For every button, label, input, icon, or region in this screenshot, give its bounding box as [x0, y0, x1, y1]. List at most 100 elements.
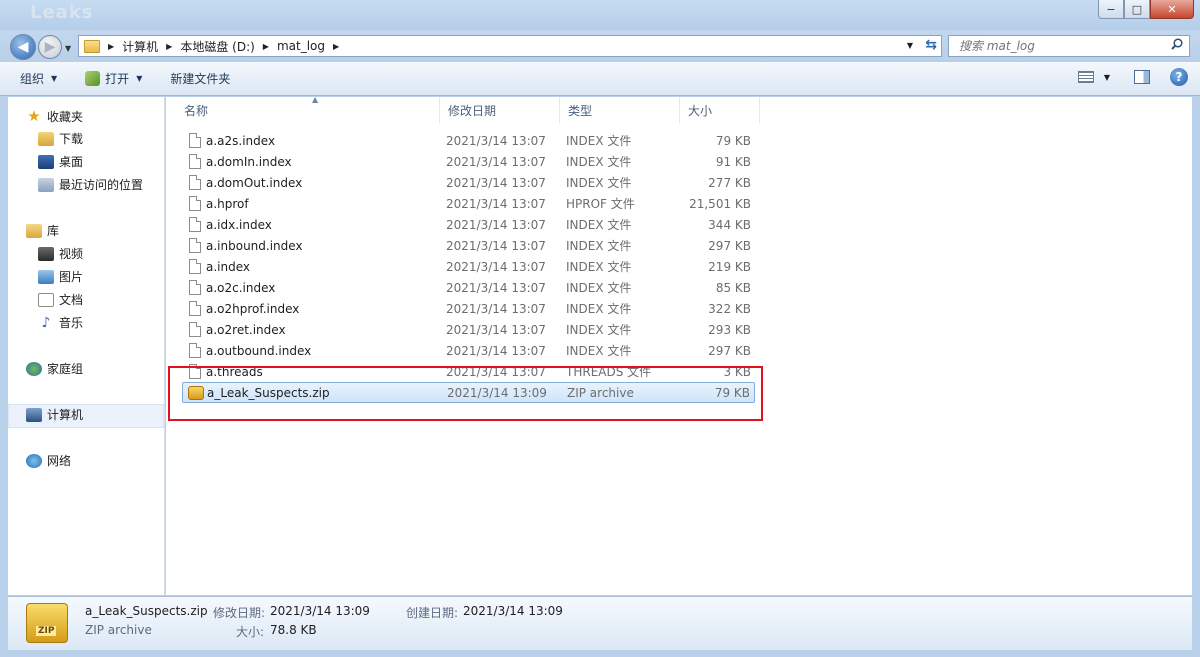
libraries-icon — [26, 223, 42, 238]
star-icon: ★ — [27, 107, 41, 125]
zip-archive-icon: ZIP — [26, 603, 68, 643]
file-row[interactable]: a.a2s.index 2021/3/14 13:07 INDEX 文件 79 KB — [182, 130, 755, 151]
recent-pages-dropdown[interactable]: ▼ — [65, 44, 71, 53]
file-icon — [189, 154, 201, 169]
search-input[interactable] — [949, 39, 1159, 53]
sort-ascending-icon: ▲ — [312, 95, 319, 104]
breadcrumb-arrow[interactable]: ▶ — [166, 42, 180, 51]
nav-downloads[interactable]: 下载 — [38, 130, 83, 147]
address-row: ◀ ▶ ▼ ▶ 计算机 ▶ 本地磁盘 (D:) ▶ mat_log ▶ ▼ ⇆ — [0, 30, 1200, 62]
nav-libraries[interactable]: 库 — [26, 222, 59, 239]
nav-music[interactable]: ♪ 音乐 — [38, 314, 83, 331]
file-icon — [189, 343, 201, 358]
network-icon — [26, 453, 42, 468]
details-size-value: 78.8 KB — [270, 623, 317, 637]
column-header-date[interactable]: 修改日期 — [440, 97, 560, 123]
open-button[interactable]: 打开 ▼ — [79, 66, 148, 91]
breadcrumb-root-arrow[interactable]: ▶ — [108, 42, 122, 51]
chevron-down-icon: ▼ — [51, 74, 58, 83]
music-icon: ♪ — [41, 314, 51, 331]
breadcrumb-computer[interactable]: 计算机 — [122, 38, 158, 55]
details-size-label: 大小: — [236, 625, 265, 639]
open-icon — [85, 71, 101, 86]
details-created-value: 2021/3/14 13:09 — [463, 604, 563, 618]
file-row[interactable]: a.o2hprof.index 2021/3/14 13:07 INDEX 文件 32… — [182, 298, 755, 319]
file-icon — [189, 196, 201, 211]
help-icon[interactable]: ? — [1170, 68, 1188, 86]
details-pane: ZIP a_Leak_Suspects.zip 修改日期: 2021/3/14 … — [8, 596, 1192, 650]
documents-icon — [38, 292, 54, 307]
file-icon — [189, 175, 201, 190]
maximize-button[interactable]: □ — [1124, 0, 1150, 19]
minimize-button[interactable]: − — [1098, 0, 1124, 19]
details-file-type: ZIP archive — [85, 623, 152, 637]
close-button[interactable]: ✕ — [1150, 0, 1194, 19]
desktop-icon — [38, 154, 54, 169]
arrow-left-icon: ◀ — [17, 39, 29, 55]
title-bar: Leaks − □ ✕ — [0, 0, 1200, 30]
file-icon — [189, 217, 201, 232]
downloads-folder-icon — [38, 131, 54, 146]
window-controls: − □ ✕ — [1098, 0, 1194, 19]
nav-pictures[interactable]: 图片 — [38, 268, 83, 285]
file-row[interactable]: a.o2ret.index 2021/3/14 13:07 INDEX 文件 293 … — [182, 319, 755, 340]
details-modified-label: 修改日期: — [213, 606, 266, 620]
details-modified-value: 2021/3/14 13:09 — [270, 604, 370, 618]
pictures-icon — [38, 269, 54, 284]
nav-desktop[interactable]: 桌面 — [38, 153, 83, 170]
search-box — [948, 35, 1190, 57]
recent-places-icon — [38, 177, 54, 192]
chevron-down-icon: ▼ — [136, 74, 143, 83]
nav-recent-places[interactable]: 最近访问的位置 — [38, 176, 143, 193]
column-header-size[interactable]: 大小 — [680, 97, 760, 123]
details-file-name: a_Leak_Suspects.zip — [85, 604, 208, 618]
breadcrumb-arrow[interactable]: ▶ — [333, 42, 347, 51]
file-row[interactable]: a.idx.index 2021/3/14 13:07 INDEX 文件 344 KB — [182, 214, 755, 235]
chevron-down-icon[interactable]: ▼ — [1104, 73, 1110, 82]
search-icon[interactable] — [1171, 38, 1183, 50]
file-icon — [189, 259, 201, 274]
arrow-right-icon: ▶ — [44, 39, 56, 55]
nav-videos[interactable]: 视频 — [38, 245, 83, 262]
videos-icon — [38, 246, 54, 261]
forward-button[interactable]: ▶ — [38, 35, 62, 59]
new-folder-button[interactable]: 新建文件夹 — [164, 66, 236, 91]
file-row[interactable]: a.hprof 2021/3/14 13:07 HPROF 文件 21,501 KB — [182, 193, 755, 214]
details-created-label: 创建日期: — [406, 606, 459, 620]
nav-network[interactable]: 网络 — [26, 452, 71, 469]
refresh-icon[interactable]: ⇆ — [925, 37, 937, 53]
file-row[interactable]: a.domIn.index 2021/3/14 13:07 INDEX 文件 91 K… — [182, 151, 755, 172]
organize-button[interactable]: 组织 ▼ — [14, 66, 63, 91]
file-icon — [189, 280, 201, 295]
nav-favorites[interactable]: ★ 收藏夹 — [26, 107, 83, 125]
file-icon — [189, 322, 201, 337]
nav-homegroup[interactable]: 家庭组 — [26, 360, 83, 377]
breadcrumb-arrow[interactable]: ▶ — [263, 42, 277, 51]
computer-icon — [26, 407, 42, 422]
command-bar: 组织 ▼ 打开 ▼ 新建文件夹 ▼ ? — [0, 62, 1200, 96]
column-header-type[interactable]: 类型 — [560, 97, 680, 123]
preview-pane-icon[interactable] — [1134, 70, 1150, 84]
folder-icon — [84, 39, 100, 53]
navigation-pane: ★ 收藏夹 下载 桌面 最近访问的位置 库 视频 图片 文档 ♪ 音乐 家庭组 计算… — [8, 97, 165, 595]
column-header-name[interactable]: 名称 ▲ — [176, 95, 440, 123]
file-icon — [189, 301, 201, 316]
nav-computer[interactable]: 计算机 — [26, 406, 83, 423]
address-dropdown-icon[interactable]: ▼ — [907, 41, 913, 50]
file-row[interactable]: a.o2c.index 2021/3/14 13:07 INDEX 文件 85 KB — [182, 277, 755, 298]
homegroup-icon — [26, 361, 42, 376]
annotation-highlight-box — [168, 366, 763, 421]
view-options-icon[interactable] — [1077, 71, 1094, 83]
file-row[interactable]: a.domOut.index 2021/3/14 13:07 INDEX 文件 277… — [182, 172, 755, 193]
file-icon — [189, 133, 201, 148]
file-row[interactable]: a.inbound.index 2021/3/14 13:07 INDEX 文件 29… — [182, 235, 755, 256]
address-bar[interactable]: ▶ 计算机 ▶ 本地磁盘 (D:) ▶ mat_log ▶ ▼ ⇆ — [78, 35, 942, 57]
file-row[interactable]: a.outbound.index 2021/3/14 13:07 INDEX 文件 2… — [182, 340, 755, 361]
file-row[interactable]: a.index 2021/3/14 13:07 INDEX 文件 219 KB — [182, 256, 755, 277]
toolbar-right: ▼ ? — [1077, 68, 1188, 86]
breadcrumb-local-disk[interactable]: 本地磁盘 (D:) — [180, 38, 254, 55]
breadcrumb-mat-log[interactable]: mat_log — [277, 39, 325, 53]
nav-documents[interactable]: 文档 — [38, 291, 83, 308]
back-button[interactable]: ◀ — [10, 34, 36, 60]
file-icon — [189, 238, 201, 253]
